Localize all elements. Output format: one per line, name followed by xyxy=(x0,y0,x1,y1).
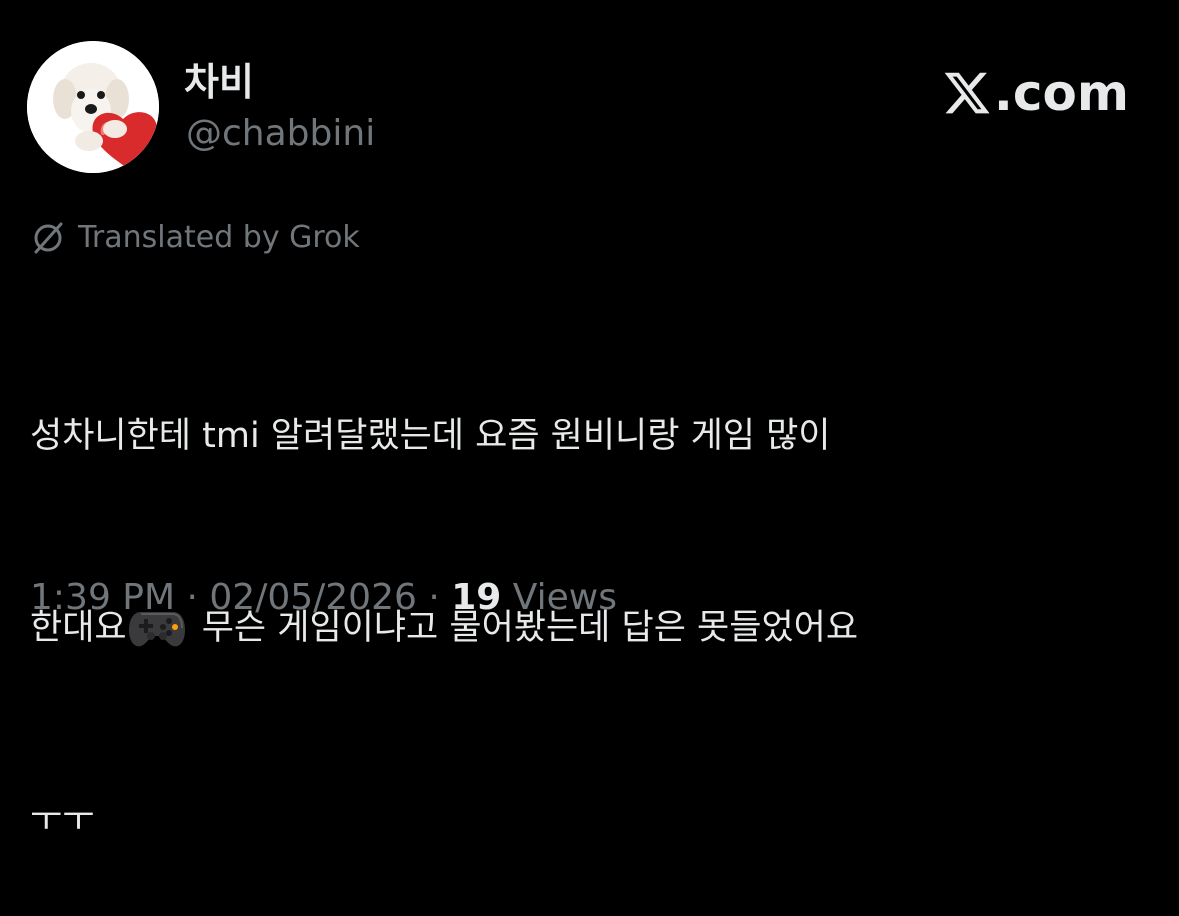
separator-dot: · xyxy=(416,577,452,618)
puppy-with-heart-avatar-image xyxy=(27,41,159,173)
brand-domain-text: .com xyxy=(993,64,1129,122)
username-handle[interactable]: @chabbini xyxy=(186,112,375,156)
avatar[interactable] xyxy=(27,41,159,173)
grok-icon xyxy=(34,222,63,254)
x-logo-icon xyxy=(944,72,990,114)
tweet-time[interactable]: 1:39 PM xyxy=(30,577,175,618)
views-count[interactable]: 19 xyxy=(451,577,501,618)
tweet-line-3: ㅜㅜ xyxy=(30,800,95,840)
translation-label: Translated by Grok xyxy=(78,220,360,255)
tweet-date[interactable]: 02/05/2026 xyxy=(209,577,417,618)
tweet-line-1: 성차니한테 tmi 알려달랬는데 요즘 원비니랑 게임 많이 xyxy=(30,416,831,456)
tweet-metadata: 1:39 PM · 02/05/2026 · 19 Views xyxy=(30,574,617,622)
views-label[interactable]: Views xyxy=(501,577,617,618)
separator-dot: · xyxy=(175,577,210,618)
translation-notice[interactable]: Translated by Grok xyxy=(30,218,360,258)
x-com-brand: .com xyxy=(942,63,1129,123)
display-name[interactable]: 차비 xyxy=(184,60,254,104)
